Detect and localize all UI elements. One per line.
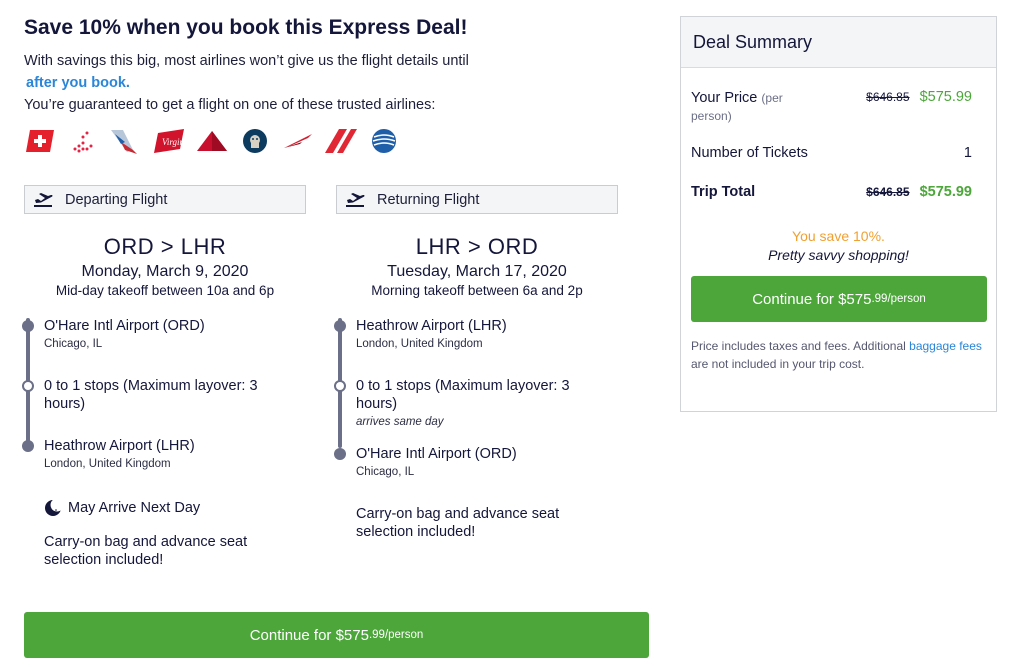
- departing-flight-header: Departing Flight: [24, 185, 306, 214]
- fine-print-text-2: are not included in your trip cost.: [691, 357, 865, 371]
- stops-info: 0 to 1 stops (Maximum layover: 3 hours): [356, 378, 570, 412]
- intro-line-3: You’re guaranteed to get a flight on one…: [24, 97, 436, 113]
- deal-summary-panel: Deal Summary Your Price (per person) $64…: [680, 16, 997, 412]
- returning-destination: O'Hare Intl Airport (ORD) Chicago, IL: [356, 445, 517, 478]
- savings-note: You save 10%.: [792, 228, 885, 244]
- original-price: $646.85: [866, 90, 910, 104]
- airline-logos: Virgin: [24, 127, 400, 155]
- origin-dot: [22, 320, 34, 332]
- intro-text: With savings this big, most airlines won…: [24, 50, 469, 116]
- savvy-note: Pretty savvy shopping!: [768, 247, 909, 263]
- destination-airport: Heathrow Airport (LHR): [44, 438, 195, 454]
- departing-stops: 0 to 1 stops (Maximum layover: 3 hours): [44, 377, 284, 413]
- latam-logo: [67, 127, 99, 155]
- deal-price: $575.99: [919, 89, 972, 105]
- destination-city: London, United Kingdom: [44, 458, 171, 470]
- departing-takeoff-window: Mid-day takeoff between 10a and 6p: [55, 283, 275, 298]
- your-price-label: Your Price: [691, 90, 758, 106]
- trip-total-row: Trip Total $646.85 $575.99: [691, 184, 972, 200]
- arrival-note: arrives same day: [356, 416, 444, 428]
- returning-origin: Heathrow Airport (LHR) London, United Ki…: [356, 317, 507, 350]
- stop-dot: [334, 380, 346, 392]
- aeromexico-logo: [282, 127, 314, 155]
- stops-info: 0 to 1 stops (Maximum layover: 3 hours): [44, 378, 258, 412]
- fine-print-text-1: Price includes taxes and fees. Additiona…: [691, 339, 906, 353]
- departing-date: Monday, March 9, 2020: [81, 263, 249, 280]
- deal-summary-title: Deal Summary: [681, 17, 996, 68]
- united-logo: [368, 127, 400, 155]
- destination-dot: [334, 448, 346, 460]
- departing-carryon-note: Carry-on bag and advance seat selection …: [44, 534, 248, 568]
- your-price-row: Your Price (per person) $646.85 $575.99: [691, 89, 972, 125]
- plane-takeoff-icon: [34, 192, 53, 207]
- price-fine-print: Price includes taxes and fees. Additiona…: [691, 337, 984, 373]
- returning-route: LHR > ORD: [415, 234, 539, 259]
- departing-route: ORD > LHR: [103, 234, 227, 259]
- continue-button-cents: .99/person: [368, 629, 424, 641]
- departing-flight-column: Departing Flight ORD > LHR Monday, March…: [22, 185, 306, 644]
- summary-continue-cents: .99/person: [871, 293, 926, 305]
- alaska-logo: [239, 127, 271, 155]
- returning-flight-header: Returning Flight: [336, 185, 618, 214]
- american-logo: [110, 127, 142, 155]
- plane-takeoff-icon: [346, 192, 365, 207]
- returning-carryon-note: Carry-on bag and advance seat selection …: [356, 506, 560, 540]
- destination-airport: O'Hare Intl Airport (ORD): [356, 446, 517, 462]
- returning-date: Tuesday, March 17, 2020: [387, 263, 567, 280]
- next-day-label: May Arrive Next Day: [68, 500, 201, 516]
- origin-airport: Heathrow Airport (LHR): [356, 318, 507, 334]
- summary-continue-button[interactable]: Continue for $575.99/person: [691, 276, 987, 322]
- tickets-row: Number of Tickets 1: [691, 145, 972, 161]
- origin-city: London, United Kingdom: [356, 338, 483, 350]
- destination-dot: [22, 440, 34, 452]
- departing-timeline: O'Hare Intl Airport (ORD) Chicago, IL 0 …: [22, 314, 306, 644]
- returning-flight-column: Returning Flight LHR > ORD Tuesday, Marc…: [334, 185, 618, 614]
- intro-line-1: With savings this big, most airlines won…: [24, 53, 469, 69]
- departing-destination: Heathrow Airport (LHR) London, United Ki…: [44, 437, 195, 470]
- origin-airport: O'Hare Intl Airport (ORD): [44, 318, 205, 334]
- destination-city: Chicago, IL: [356, 466, 415, 478]
- total-original-price: $646.85: [866, 185, 910, 199]
- delta-logo: [196, 127, 228, 155]
- airfrance-logo: [325, 127, 357, 155]
- svg-text:Virgin: Virgin: [162, 137, 184, 147]
- origin-city: Chicago, IL: [44, 338, 103, 350]
- trip-total-label: Trip Total: [691, 184, 756, 200]
- returning-stops: 0 to 1 stops (Maximum layover: 3 hours) …: [356, 377, 596, 428]
- after-you-book-link[interactable]: after you book.: [26, 72, 130, 94]
- returning-timeline: Heathrow Airport (LHR) London, United Ki…: [334, 314, 618, 614]
- tickets-label: Number of Tickets: [691, 145, 808, 161]
- summary-continue-price: Continue for $575: [752, 290, 872, 308]
- continue-button-price: Continue for $575: [249, 626, 369, 644]
- tickets-value: 1: [963, 145, 972, 161]
- continue-button[interactable]: Continue for $575.99/person: [24, 612, 649, 658]
- origin-dot: [334, 320, 346, 332]
- returning-takeoff-window: Morning takeoff between 6a and 2p: [371, 283, 583, 298]
- swiss-logo: [24, 127, 56, 155]
- total-deal-price: $575.99: [919, 184, 972, 200]
- next-day-notice: May Arrive Next Day: [44, 499, 200, 517]
- returning-flight-label: Returning Flight: [377, 191, 480, 208]
- departing-flight-label: Departing Flight: [65, 191, 168, 208]
- moon-icon: [45, 499, 62, 516]
- stop-dot: [22, 380, 34, 392]
- departing-origin: O'Hare Intl Airport (ORD) Chicago, IL: [44, 317, 205, 350]
- baggage-fees-link[interactable]: baggage fees: [909, 339, 982, 353]
- virgin-logo: Virgin: [153, 127, 185, 155]
- page-headline: Save 10% when you book this Express Deal…: [24, 16, 468, 39]
